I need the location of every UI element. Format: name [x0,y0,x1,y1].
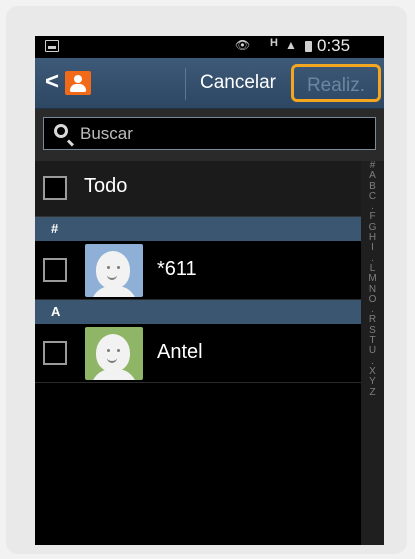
select-all-checkbox[interactable] [43,176,67,200]
contact-head-shape [74,75,82,83]
cancel-button[interactable]: Cancelar [191,58,285,108]
search-box[interactable] [43,117,376,150]
select-all-label: Todo [84,175,128,197]
avatar-face [96,334,130,372]
index-letter[interactable]: Z [361,387,384,398]
avatar [85,327,143,380]
back-chevron-icon[interactable]: < [45,68,61,96]
contact-name: Antel [157,341,203,363]
contact-list: Todo # *611 A Antel [35,161,361,545]
avatar-eye [117,349,120,352]
status-bar: 👁 H ▲ 0:35 [35,36,384,58]
action-bar: < Cancelar Realiz. [35,58,384,109]
index-letter[interactable]: Y [361,376,384,387]
avatar-face [96,251,130,289]
section-header-label: # [51,221,59,236]
signal-strength-icon: ▲ [285,38,297,52]
avatar [85,244,143,297]
search-icon [54,124,68,138]
search-input[interactable] [80,118,340,149]
smart-stay-eye-icon: 👁 [235,38,251,52]
alphabet-index-bar[interactable]: # A B C . F G H I . L M N O . R S T U . … [361,160,384,545]
action-divider [185,68,186,100]
search-area [35,109,384,161]
section-header: A [35,300,361,324]
section-header: # [35,217,361,241]
avatar-shoulders [91,369,137,380]
contact-checkbox[interactable] [43,341,67,365]
select-all-row[interactable]: Todo [35,161,361,217]
avatar-eye [107,349,110,352]
contact-row[interactable]: *611 [35,241,361,300]
gallery-notification-icon [45,40,59,52]
avatar-shoulders [91,286,137,297]
network-type-indicator: H [270,37,278,49]
avatar-eye [107,266,110,269]
battery-icon [305,41,312,52]
contacts-app-icon[interactable] [65,71,91,95]
contact-checkbox[interactable] [43,258,67,282]
done-button[interactable]: Realiz. [291,64,381,102]
contact-row[interactable]: Antel [35,324,361,383]
section-header-label: A [51,304,61,319]
avatar-eye [117,266,120,269]
phone-screen: 👁 H ▲ 0:35 < Cancelar Realiz. Todo # [35,36,384,545]
contact-name: *611 [157,258,197,280]
contact-body-shape [70,84,86,92]
status-time: 0:35 [317,36,351,55]
